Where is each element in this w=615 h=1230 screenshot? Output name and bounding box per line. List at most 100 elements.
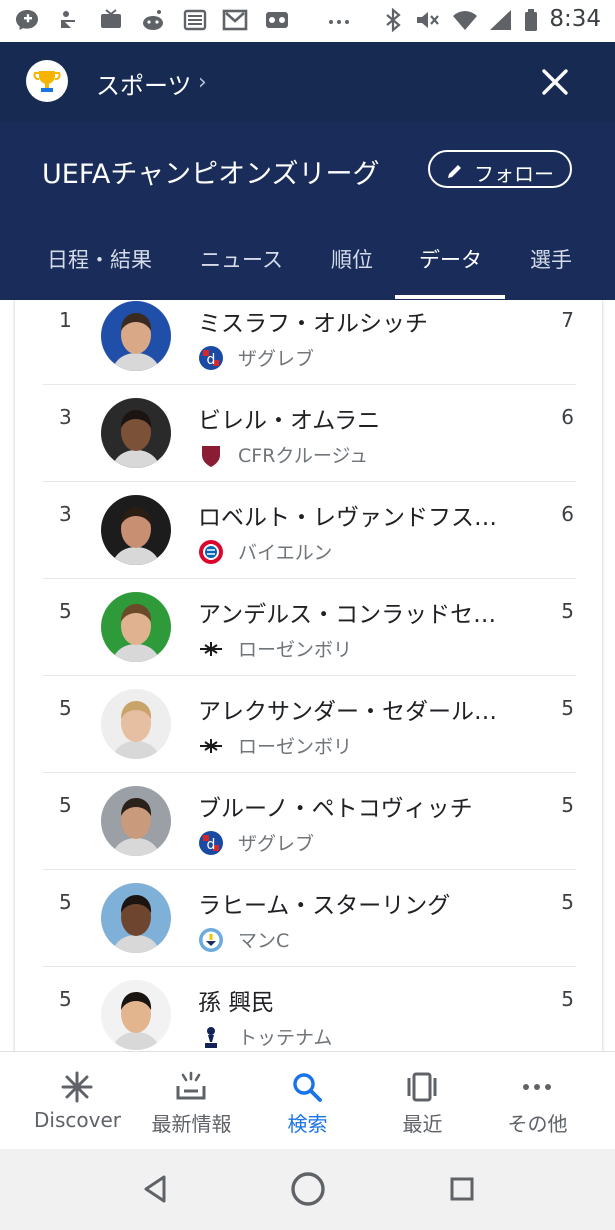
goals-count: 5: [561, 890, 574, 914]
goals-count: 7: [561, 308, 574, 332]
messenger-icon: [16, 10, 38, 30]
rank-number: 5: [59, 599, 72, 623]
goals-count: 6: [561, 405, 574, 429]
updates-icon: [176, 1071, 206, 1100]
rank-number: 3: [59, 405, 72, 429]
player-name: アンデルス・コンラッドセ…: [198, 602, 497, 628]
voicemail-icon: [266, 12, 288, 28]
back-icon[interactable]: [140, 1173, 170, 1205]
player-avatar: [101, 980, 171, 1050]
team-name: トッテナム: [238, 1027, 333, 1049]
team-name: CFRクルージュ: [238, 445, 369, 467]
player-name: ミスラフ・オルシッチ: [198, 311, 428, 337]
scorer-row[interactable]: 5 アンデルス・コンラッドセ… ローゼンボリ 5: [15, 591, 602, 688]
close-icon[interactable]: [539, 66, 571, 98]
scorer-row[interactable]: 1 ミスラフ・オルシッチ d ザグレブ 7: [15, 300, 602, 397]
svg-text:d: d: [207, 837, 216, 853]
team-name: ザグレブ: [238, 833, 315, 855]
rank-number: 5: [59, 987, 72, 1011]
goals-count: 5: [561, 987, 574, 1011]
tab-players[interactable]: 選手: [530, 244, 572, 274]
follow-button[interactable]: フォロー: [428, 150, 572, 188]
nav-more[interactable]: その他: [476, 1052, 599, 1150]
row-divider: [43, 772, 576, 773]
nav-discover-label: Discover: [34, 1108, 121, 1132]
nav-search-label: 検索: [287, 1112, 328, 1136]
svg-text:d: d: [207, 352, 216, 368]
row-divider: [43, 578, 576, 579]
nav-updates[interactable]: 最新情報: [130, 1052, 253, 1150]
player-name: ビレル・オムラニ: [198, 408, 381, 434]
overview-icon[interactable]: [448, 1175, 476, 1203]
tottenham-crest: [198, 1024, 224, 1050]
pencil-icon: [448, 165, 461, 178]
signal-icon: [490, 10, 511, 30]
scorer-row[interactable]: 3 ロベルト・レヴァンドフス… バイエルン 6: [15, 494, 602, 591]
tab-schedule[interactable]: 日程・結果: [47, 244, 152, 274]
dinamo-zagreb-crest: d: [198, 830, 224, 856]
mute-icon: [417, 12, 439, 28]
nav-search[interactable]: 検索: [246, 1052, 369, 1150]
active-tab-indicator: [395, 295, 505, 299]
search-icon: [293, 1073, 322, 1102]
scorer-row[interactable]: 3 ビレル・オムラニ CFRクルージュ 6: [15, 397, 602, 494]
scorer-row[interactable]: 5 ブルーノ・ペトコヴィッチ d ザグレブ 5: [15, 785, 602, 882]
rank-number: 5: [59, 890, 72, 914]
rank-number: 5: [59, 793, 72, 817]
row-divider: [43, 869, 576, 870]
rosenborg-crest: [198, 636, 224, 662]
more-dots-icon: [329, 20, 349, 24]
chevron-right-icon: ›: [198, 70, 207, 95]
player-avatar: [101, 495, 171, 565]
scorer-row[interactable]: 5 孫 興民トッテナム 5: [15, 979, 602, 1060]
tab-news[interactable]: ニュース: [200, 244, 283, 274]
rank-number: 3: [59, 502, 72, 526]
man-city-crest: [198, 927, 224, 953]
goals-count: 5: [561, 696, 574, 720]
status-bar: 8:34: [0, 0, 615, 42]
app-icon: [61, 11, 75, 28]
player-avatar: [101, 398, 171, 468]
tab-bar: 日程・結果 ニュース 順位 データ 選手: [0, 232, 615, 300]
nav-discover[interactable]: Discover: [16, 1052, 139, 1150]
tab-standings[interactable]: 順位: [331, 244, 373, 274]
rank-number: 5: [59, 696, 72, 720]
team-name: ローゼンボリ: [238, 736, 353, 758]
player-name: 孫 興民: [198, 990, 275, 1016]
league-header: スポーツ › UEFAチャンピオンズリーグ フォロー 日程・結果 ニュース 順位…: [0, 42, 615, 300]
home-icon[interactable]: [288, 1169, 328, 1209]
nav-updates-label: 最新情報: [151, 1112, 232, 1136]
goals-count: 5: [561, 599, 574, 623]
wifi-icon: [453, 11, 477, 30]
player-avatar: [101, 786, 171, 856]
nav-recent-label: 最近: [402, 1112, 443, 1136]
scorer-row[interactable]: 5 アレクサンダー・セダール… ローゼンボリ 5: [15, 688, 602, 785]
header-top-bar: スポーツ ›: [0, 42, 615, 122]
bayern-crest: [198, 539, 224, 565]
gmail-icon: [222, 9, 248, 31]
scorer-row[interactable]: 5 ラヒーム・スターリング マンC 5: [15, 882, 602, 979]
rosenborg-crest: [198, 733, 224, 759]
nav-recent[interactable]: 最近: [361, 1052, 484, 1150]
tab-data[interactable]: データ: [419, 244, 482, 274]
rank-number: 1: [59, 308, 72, 332]
cfr-cluj-crest: [198, 442, 224, 468]
status-time: 8:34: [549, 6, 601, 32]
system-navigation-bar: [0, 1149, 615, 1230]
discover-icon: [61, 1071, 93, 1103]
row-divider: [43, 384, 576, 385]
player-avatar: [101, 883, 171, 953]
player-name: ラヒーム・スターリング: [198, 893, 451, 919]
row-divider: [43, 675, 576, 676]
dinamo-zagreb-crest: d: [198, 345, 224, 371]
row-divider: [43, 481, 576, 482]
player-name: アレクサンダー・セダール…: [198, 699, 497, 725]
team-name: ザグレブ: [238, 348, 315, 370]
goals-count: 6: [561, 502, 574, 526]
sports-category-link[interactable]: スポーツ: [96, 66, 192, 101]
trophy-icon: [26, 60, 68, 102]
top-scorers-card: 1 ミスラフ・オルシッチ d ザグレブ 7 3 ビレル・オムラニ CFRクルージュ 6 3 ロベルト…: [14, 300, 603, 1060]
page-title: UEFAチャンピオンズリーグ: [42, 159, 380, 190]
news-icon: [183, 9, 207, 31]
reddit-icon: [143, 10, 163, 30]
